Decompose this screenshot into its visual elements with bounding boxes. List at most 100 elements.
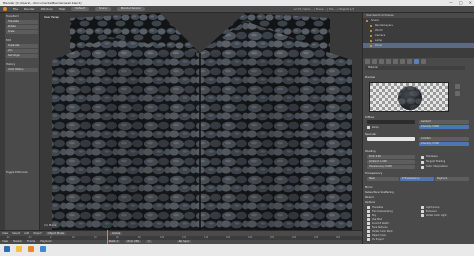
diffuse-color-swatch[interactable]: [367, 120, 415, 124]
transp-raytrace-button[interactable]: Raytrace: [435, 177, 469, 181]
vertex-color-light-checkbox[interactable]: [421, 214, 424, 217]
camera-icon: [370, 34, 372, 37]
start-frame-field[interactable]: Start: 1: [106, 240, 121, 243]
light-group-checkbox[interactable]: [421, 206, 424, 209]
ambient-field[interactable]: Ambient: 1.000: [367, 160, 415, 164]
operator-title[interactable]: Toggle Editmode: [6, 171, 38, 175]
section-title[interactable]: Edit: [6, 39, 38, 43]
set-origin-button[interactable]: Set Origin: [6, 54, 38, 58]
browser-icon[interactable]: [40, 246, 46, 252]
section-title[interactable]: History: [6, 63, 38, 67]
preview-panel-header[interactable]: Preview: [365, 76, 471, 80]
scene-selector[interactable]: Scene: [94, 7, 111, 11]
diffuse-intensity-field[interactable]: Intensity: 0.800: [419, 125, 469, 129]
specular-intensity-field[interactable]: Intensity: 0.500: [419, 142, 469, 146]
join-button[interactable]: Join: [6, 49, 38, 53]
emit-field[interactable]: Emit: 0.00: [367, 155, 415, 159]
rotate-button[interactable]: Rotate: [6, 25, 38, 29]
world-tab-icon[interactable]: [386, 59, 391, 64]
object-tab-icon[interactable]: [393, 59, 398, 64]
translate-button[interactable]: Translate: [6, 20, 38, 24]
cubic-checkbox[interactable]: [421, 165, 424, 169]
diffuse-ramp-checkbox[interactable]: [367, 126, 370, 129]
traceable-checkbox[interactable]: [367, 206, 370, 209]
uv-project-checkbox[interactable]: [367, 238, 370, 241]
scale-button[interactable]: Scale: [6, 30, 38, 34]
tl-menu-marker[interactable]: Marker: [13, 240, 22, 243]
3d-viewport[interactable]: User Persp (1) Plane: [40, 13, 362, 230]
explorer-icon[interactable]: [16, 246, 22, 252]
render-engine-selector[interactable]: Blender Render: [116, 7, 145, 11]
properties-tabs: [365, 59, 426, 64]
preview-checker-image: [370, 83, 448, 111]
specular-shader-select[interactable]: CookTorr: [419, 137, 469, 141]
menu-file[interactable]: File: [13, 7, 18, 11]
end-frame-field[interactable]: End: 250: [125, 240, 142, 243]
texture-tab-icon[interactable]: [421, 59, 426, 64]
use-mist-checkbox[interactable]: [367, 218, 370, 221]
options-panel-header[interactable]: Options: [365, 201, 471, 205]
menu-add[interactable]: Add: [24, 232, 29, 235]
transparency-panel-header[interactable]: Transparency: [365, 172, 471, 176]
blender-logo-icon[interactable]: [3, 7, 7, 11]
modifiers-tab-icon[interactable]: [400, 59, 405, 64]
outliner-row-selected[interactable]: Plane: [363, 43, 474, 48]
menu-object[interactable]: Object: [33, 232, 41, 235]
properties-editor: Material Preview Diffuse Lambert Intensi…: [362, 58, 474, 244]
full-oversampling-checkbox[interactable]: [367, 210, 370, 213]
windows-start-icon[interactable]: [4, 246, 10, 252]
scene-tab-icon[interactable]: [379, 59, 384, 64]
face-textures-checkbox[interactable]: [367, 226, 370, 229]
menu-view[interactable]: View: [2, 232, 8, 235]
blender-taskbar-icon[interactable]: [28, 246, 34, 252]
timeline-playhead[interactable]: [107, 230, 108, 244]
preview-type-icon[interactable]: [455, 91, 460, 96]
tl-menu-frame[interactable]: Frame: [27, 240, 35, 243]
menu-select[interactable]: Select: [12, 232, 20, 235]
tl-menu-playback[interactable]: Playback: [40, 240, 52, 243]
specular-color-swatch[interactable]: [367, 137, 415, 141]
material-tab-icon[interactable]: [414, 59, 419, 64]
object-color-checkbox[interactable]: [367, 234, 370, 237]
invert-z-checkbox[interactable]: [367, 222, 370, 225]
menu-help[interactable]: Help: [59, 7, 66, 11]
sky-label: Sky: [372, 213, 377, 217]
tick: 260: [336, 236, 341, 239]
sky-checkbox[interactable]: [367, 214, 370, 217]
strand-panel-header[interactable]: Strand: [365, 196, 471, 200]
menu-render[interactable]: Render: [24, 7, 35, 11]
global-selector[interactable]: Global: [110, 232, 123, 235]
section-title[interactable]: Transform: [6, 15, 38, 19]
uv-project-label: Uv Project: [372, 237, 384, 241]
preview-type-icon[interactable]: [455, 84, 460, 89]
material-slot-list[interactable]: Material: [365, 66, 465, 70]
tick: 60: [116, 236, 119, 239]
vertex-color-paint-checkbox[interactable]: [367, 230, 370, 233]
world-icon: [370, 29, 372, 32]
translucency-field[interactable]: Translucency: 0.000: [367, 165, 415, 169]
tool-tabs[interactable]: [0, 13, 5, 244]
exclusive-checkbox[interactable]: [421, 210, 424, 213]
shading-panel-header[interactable]: Shading: [365, 150, 471, 154]
mirror-panel-header[interactable]: Mirror: [365, 186, 471, 190]
data-tab-icon[interactable]: [407, 59, 412, 64]
layout-selector[interactable]: Default: [71, 7, 89, 11]
duplicate-button[interactable]: Duplicate: [6, 44, 38, 48]
layers-tab-icon[interactable]: [372, 59, 377, 64]
sync-selector[interactable]: No Sync: [176, 240, 192, 243]
render-tab-icon[interactable]: [365, 59, 370, 64]
timeline-menu: View Marker Frame Playback Start: 1 End:…: [2, 240, 192, 243]
viewport-persp-label: User Persp: [44, 15, 59, 19]
diffuse-shader-select[interactable]: Lambert: [419, 120, 469, 124]
invert-z-label: Invert Z Depth: [372, 221, 389, 225]
current-frame-field[interactable]: 1: [146, 240, 152, 243]
tangent-checkbox[interactable]: [421, 160, 424, 164]
menu-window[interactable]: Window: [41, 7, 53, 11]
transp-mask-button[interactable]: Mask: [367, 177, 399, 181]
sss-panel-header[interactable]: Subsurface Scattering: [365, 191, 471, 195]
undo-history-button[interactable]: Undo History: [6, 68, 38, 72]
mode-selector[interactable]: Object Mode: [45, 232, 66, 235]
shadeless-checkbox[interactable]: [421, 155, 424, 159]
tl-menu-view[interactable]: View: [2, 240, 8, 243]
transp-z-button[interactable]: Z Transparency: [400, 177, 434, 181]
